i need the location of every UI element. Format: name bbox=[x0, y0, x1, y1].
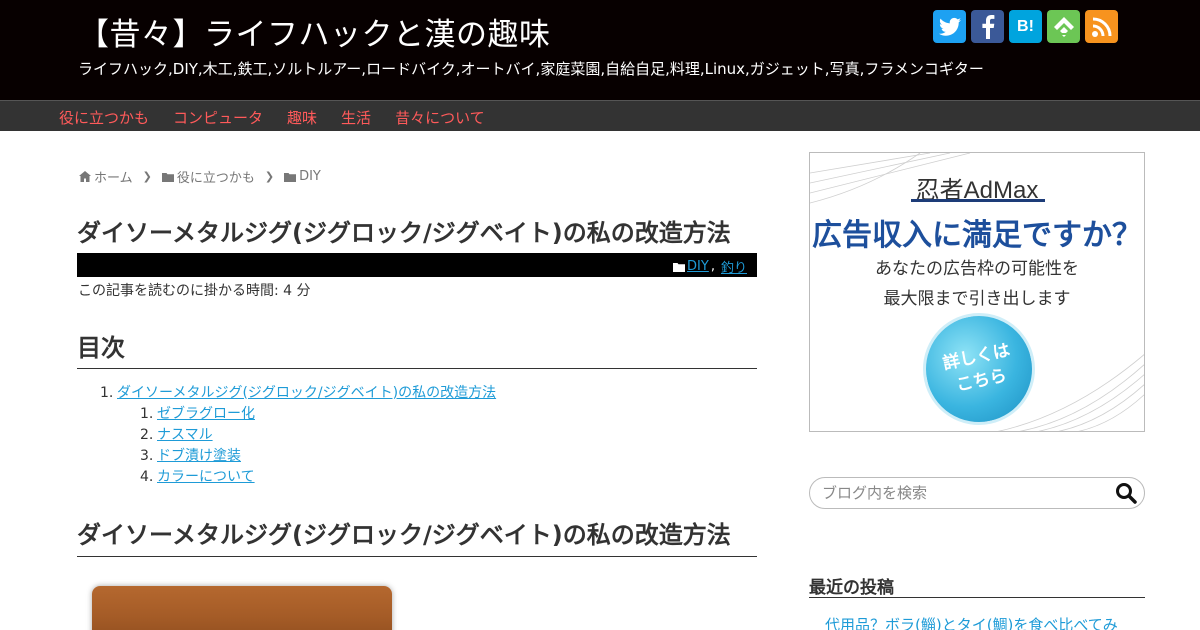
recent-posts-heading: 最近の投稿 bbox=[809, 573, 1145, 598]
toc-link[interactable]: ゼブラグロー化 bbox=[157, 404, 255, 425]
article-image bbox=[92, 586, 392, 630]
toc-list: 1. ダイソーメタルジグ(ジグロック/ジグベイト)の私の改造方法 1. ゼブラグ… bbox=[100, 383, 496, 488]
nav-item-computer[interactable]: コンピュータ bbox=[161, 101, 275, 131]
reading-time: この記事を読むのに掛かる時間: 4 分 bbox=[78, 283, 311, 299]
toc-subitem: 1. ゼブラグロー化 bbox=[140, 404, 496, 425]
folder-icon bbox=[673, 262, 686, 272]
category-link-diy[interactable]: DIY bbox=[687, 259, 709, 274]
toc-link[interactable]: ナスマル bbox=[157, 425, 213, 446]
folder-icon bbox=[161, 172, 174, 182]
toc-link[interactable]: カラーについて bbox=[157, 467, 255, 488]
breadcrumb-subcategory[interactable]: DIY bbox=[284, 169, 321, 184]
sidebar-ad-banner[interactable]: 忍者AdMax 広告収入に満足ですか？ あなたの広告枠の可能性を 最大限まで引き… bbox=[809, 152, 1145, 432]
toc-subitem: 4. カラーについて bbox=[140, 467, 496, 488]
toc-item-number: 1. bbox=[100, 385, 114, 401]
feedly-icon[interactable] bbox=[1047, 10, 1080, 43]
toc-heading: 目次 bbox=[77, 328, 757, 369]
recent-post-link[interactable]: 代用品？ボラ(鯔)とタイ(鯛)を食べ比べてみ bbox=[825, 614, 1118, 630]
folder-icon bbox=[284, 172, 297, 182]
breadcrumb-home-label: ホーム bbox=[94, 171, 133, 186]
toc-item: 1. ダイソーメタルジグ(ジグロック/ジグベイト)の私の改造方法 bbox=[100, 383, 496, 404]
ad-brand-underline bbox=[911, 199, 1045, 202]
ad-line-2: 最大限まで引き出します bbox=[883, 289, 1071, 309]
search-input[interactable] bbox=[822, 483, 1112, 503]
breadcrumb-category-label: 役に立つかも bbox=[176, 171, 255, 186]
toc-item-number: 1. bbox=[140, 406, 154, 422]
post-meta-bar: DIY , 釣り bbox=[77, 253, 757, 277]
breadcrumb-subcategory-label: DIY bbox=[299, 169, 321, 184]
toc-subitem: 2. ナスマル bbox=[140, 425, 496, 446]
post-title: ダイソーメタルジグ(ジグロック/ジグベイト)の私の改造方法 bbox=[77, 219, 731, 247]
breadcrumb-category[interactable]: 役に立つかも bbox=[161, 167, 255, 186]
toc-link[interactable]: ダイソーメタルジグ(ジグロック/ジグベイト)の私の改造方法 bbox=[117, 383, 496, 404]
nav-item-useful[interactable]: 役に立つかも bbox=[47, 101, 161, 131]
category-separator: , bbox=[710, 259, 715, 274]
facebook-icon[interactable] bbox=[971, 10, 1004, 43]
ad-line-1: あなたの広告枠の可能性を bbox=[875, 259, 1079, 279]
site-header: 【昔々】ライフハックと漢の趣味 ライフハック,DIY,木工,鉄工,ソルトルアー,… bbox=[0, 0, 1200, 100]
rss-icon[interactable] bbox=[1085, 10, 1118, 43]
twitter-icon[interactable] bbox=[933, 10, 966, 43]
blog-search bbox=[809, 477, 1145, 509]
breadcrumb: ホーム ❯ 役に立つかも ❯ DIY bbox=[79, 167, 321, 186]
hatena-bookmark-icon[interactable]: B! bbox=[1009, 10, 1042, 43]
home-icon bbox=[79, 171, 91, 182]
chevron-right-icon: ❯ bbox=[142, 170, 152, 183]
site-title[interactable]: 【昔々】ライフハックと漢の趣味 bbox=[78, 9, 551, 54]
search-icon[interactable] bbox=[1114, 481, 1138, 505]
ad-headline: 広告収入に満足ですか？ bbox=[812, 218, 1142, 253]
category-link-fishing[interactable]: 釣り bbox=[721, 257, 747, 276]
toc-link[interactable]: ドブ漬け塗装 bbox=[157, 446, 241, 467]
breadcrumb-home[interactable]: ホーム bbox=[79, 167, 133, 186]
nav-item-hobby[interactable]: 趣味 bbox=[275, 101, 329, 131]
site-description: ライフハック,DIY,木工,鉄工,ソルトルアー,ロードバイク,オートバイ,家庭菜… bbox=[78, 60, 984, 78]
global-nav: 役に立つかも コンピュータ 趣味 生活 昔々について bbox=[0, 100, 1200, 131]
toc-subitem: 3. ドブ漬け塗装 bbox=[140, 446, 496, 467]
nav-item-about[interactable]: 昔々について bbox=[383, 101, 497, 131]
nav-item-life[interactable]: 生活 bbox=[329, 101, 383, 131]
toc-item-number: 3. bbox=[140, 448, 154, 464]
toc-item-number: 2. bbox=[140, 427, 154, 443]
post-categories: DIY , 釣り bbox=[673, 257, 747, 276]
toc-item-number: 4. bbox=[140, 469, 154, 485]
social-buttons: B! bbox=[933, 10, 1118, 43]
chevron-right-icon: ❯ bbox=[264, 170, 275, 183]
section-heading: ダイソーメタルジグ(ジグロック/ジグベイト)の私の改造方法 bbox=[77, 515, 757, 557]
